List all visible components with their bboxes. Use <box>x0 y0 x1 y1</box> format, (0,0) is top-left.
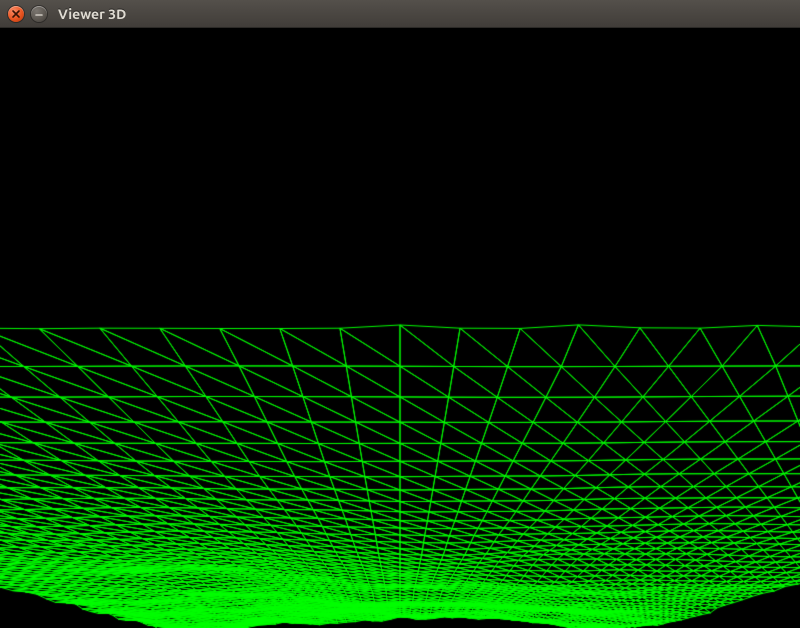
terrain-wireframe-canvas <box>0 28 800 628</box>
close-icon <box>11 9 21 19</box>
viewport-3d[interactable] <box>0 28 800 628</box>
window-title: Viewer 3D <box>58 6 126 22</box>
app-window: Viewer 3D <box>0 0 800 628</box>
close-button[interactable] <box>8 6 24 22</box>
minimize-icon <box>34 9 44 19</box>
minimize-button[interactable] <box>31 6 47 22</box>
titlebar[interactable]: Viewer 3D <box>0 0 800 28</box>
